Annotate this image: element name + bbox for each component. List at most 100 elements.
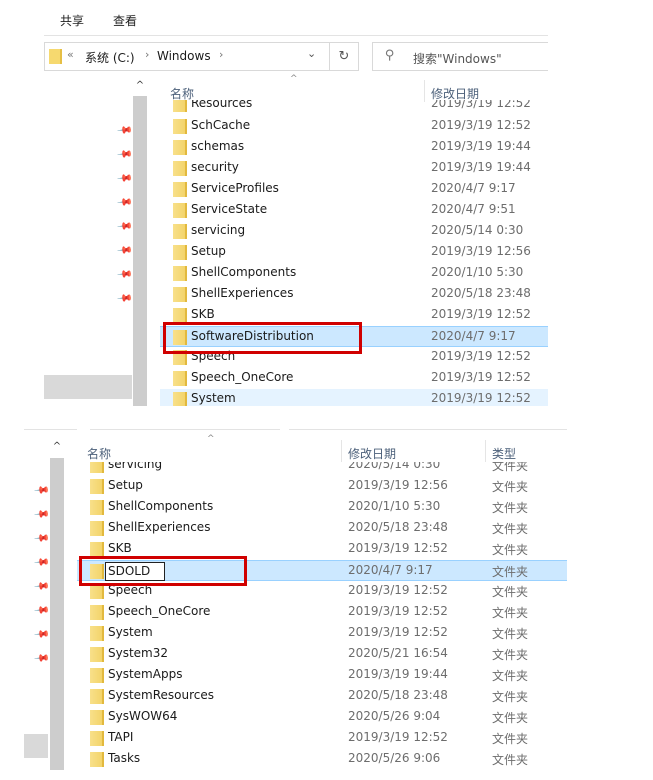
file-row[interactable]: System 2019/3/19 12:52 文件夹 — [77, 623, 567, 644]
file-name: System32 — [108, 646, 169, 660]
scroll-up-button[interactable]: ^ — [50, 438, 64, 458]
pin-icon[interactable]: 📌 — [31, 481, 51, 501]
breadcrumb-windows[interactable]: Windows — [157, 49, 211, 63]
file-row[interactable]: Setup 2019/3/19 12:56 — [160, 242, 548, 263]
file-date: 2019/3/19 12:52 — [431, 100, 531, 110]
refresh-icon: ↻ — [338, 49, 350, 64]
file-row[interactable]: System 2019/3/19 12:52 — [160, 389, 548, 406]
chevron-down-icon[interactable]: ⌄ — [307, 47, 316, 60]
file-row[interactable]: servicing 2020/5/14 0:30 — [160, 221, 548, 242]
file-date: 2020/5/14 0:30 — [348, 462, 441, 471]
file-name: System — [108, 625, 153, 639]
address-bar[interactable]: « 系统 (C:) › Windows › ⌄ — [44, 42, 330, 71]
file-row[interactable]: schemas 2019/3/19 19:44 — [160, 137, 548, 158]
file-row[interactable]: Setup 2019/3/19 12:56 文件夹 — [77, 476, 567, 497]
file-date: 2020/5/18 23:48 — [431, 286, 531, 300]
file-date: 2019/3/19 19:44 — [348, 667, 448, 681]
file-name: schemas — [191, 139, 245, 153]
pin-icon[interactable]: 📌 — [31, 505, 51, 525]
file-row[interactable]: Speech_OneCore 2019/3/19 12:52 文件夹 — [77, 602, 567, 623]
scroll-up-button[interactable]: ^ — [133, 78, 147, 96]
pin-icon[interactable]: 📌 — [31, 577, 51, 597]
file-name: ShellExperiences — [191, 286, 294, 300]
file-row[interactable]: Resources 2019/3/19 12:52 — [160, 100, 548, 115]
file-date: 2019/3/19 12:52 — [431, 349, 531, 363]
pin-icon[interactable]: 📌 — [31, 649, 51, 669]
file-row[interactable]: ServiceProfiles 2020/4/7 9:17 — [160, 179, 548, 200]
file-name: ShellExperiences — [108, 520, 211, 534]
pin-icon[interactable]: 📌 — [114, 169, 134, 189]
folder-icon — [90, 752, 104, 767]
file-date: 2019/3/19 19:44 — [431, 139, 531, 153]
file-type: 文件夹 — [492, 690, 529, 704]
file-row[interactable]: ServiceState 2020/4/7 9:51 — [160, 200, 548, 221]
file-row[interactable]: ShellExperiences 2020/5/18 23:48 文件夹 — [77, 518, 567, 539]
file-date: 2020/5/26 9:04 — [348, 709, 441, 723]
file-row[interactable]: Speech_OneCore 2019/3/19 12:52 — [160, 368, 548, 389]
search-input[interactable]: ⚲ 搜索"Windows" — [372, 42, 548, 71]
folder-icon — [173, 245, 187, 260]
pin-icon[interactable]: 📌 — [114, 289, 134, 309]
chevron-right-icon[interactable]: › — [219, 48, 223, 61]
file-row[interactable]: SystemApps 2019/3/19 19:44 文件夹 — [77, 665, 567, 686]
file-row[interactable]: security 2019/3/19 19:44 — [160, 158, 548, 179]
file-row[interactable]: SchCache 2019/3/19 12:52 — [160, 116, 548, 137]
file-date: 2020/5/14 0:30 — [431, 223, 524, 237]
file-type: 文件夹 — [492, 565, 529, 579]
pin-icon[interactable]: 📌 — [114, 241, 134, 261]
ribbon-tab-view[interactable]: 查看 — [113, 12, 137, 29]
file-date: 2019/3/19 19:44 — [431, 160, 531, 174]
file-row[interactable]: servicing 2020/5/14 0:30 文件夹 — [77, 462, 567, 476]
folder-icon — [90, 584, 104, 599]
folder-icon — [90, 668, 104, 683]
file-date: 2020/1/10 5:30 — [431, 265, 524, 279]
nav-pane-scrollbar[interactable] — [50, 458, 64, 770]
pin-icon[interactable]: 📌 — [114, 265, 134, 285]
file-name: Setup — [191, 244, 226, 258]
file-row[interactable]: SysWOW64 2020/5/26 9:04 文件夹 — [77, 707, 567, 728]
folder-icon — [173, 100, 187, 112]
folder-icon — [90, 731, 104, 746]
pin-icon[interactable]: 📌 — [114, 145, 134, 165]
pin-icon[interactable]: 📌 — [31, 553, 51, 573]
ribbon-tab-share[interactable]: 共享 — [60, 12, 84, 29]
folder-icon — [173, 308, 187, 323]
file-date: 2019/3/19 12:56 — [348, 478, 448, 492]
file-name: SKB — [108, 541, 132, 555]
file-row[interactable]: Tasks 2020/5/26 9:06 文件夹 — [77, 749, 567, 770]
file-row[interactable]: TAPI 2019/3/19 12:52 文件夹 — [77, 728, 567, 749]
column-divider[interactable] — [485, 440, 486, 462]
nav-pane-item[interactable] — [44, 375, 132, 399]
file-date: 2019/3/19 12:52 — [348, 583, 448, 597]
column-divider[interactable] — [341, 440, 342, 462]
file-name: SchCache — [191, 118, 251, 132]
nav-pane-item[interactable] — [24, 734, 48, 758]
chevron-right-icon[interactable]: › — [145, 48, 149, 61]
file-row[interactable]: System32 2020/5/21 16:54 文件夹 — [77, 644, 567, 665]
file-row[interactable]: SystemResources 2020/5/18 23:48 文件夹 — [77, 686, 567, 707]
highlight-box — [163, 322, 362, 354]
folder-icon — [90, 500, 104, 515]
pin-icon[interactable]: 📌 — [31, 625, 51, 645]
file-date: 2019/3/19 12:52 — [431, 391, 531, 405]
pin-icon[interactable]: 📌 — [114, 193, 134, 213]
refresh-button[interactable]: ↻ — [330, 42, 359, 71]
column-header-name[interactable]: 名称 — [87, 445, 111, 462]
file-date: 2019/3/19 12:52 — [348, 730, 448, 744]
pin-icon[interactable]: 📌 — [114, 121, 134, 141]
column-header-type[interactable]: 类型 — [492, 445, 516, 462]
overflow-icon[interactable]: « — [67, 48, 74, 61]
breadcrumb-drive[interactable]: 系统 (C:) — [85, 49, 135, 66]
file-row[interactable]: ShellComponents 2020/1/10 5:30 — [160, 263, 548, 284]
file-row[interactable]: ShellExperiences 2020/5/18 23:48 — [160, 284, 548, 305]
pin-icon[interactable]: 📌 — [31, 529, 51, 549]
column-divider[interactable] — [424, 80, 425, 102]
panel-divider — [289, 429, 567, 430]
file-name: TAPI — [108, 730, 134, 744]
file-row[interactable]: ShellComponents 2020/1/10 5:30 文件夹 — [77, 497, 567, 518]
pin-icon[interactable]: 📌 — [31, 601, 51, 621]
folder-icon — [173, 161, 187, 176]
nav-pane-scrollbar[interactable] — [133, 96, 147, 406]
pin-icon[interactable]: 📌 — [114, 217, 134, 237]
column-header-date[interactable]: 修改日期 — [348, 445, 396, 462]
